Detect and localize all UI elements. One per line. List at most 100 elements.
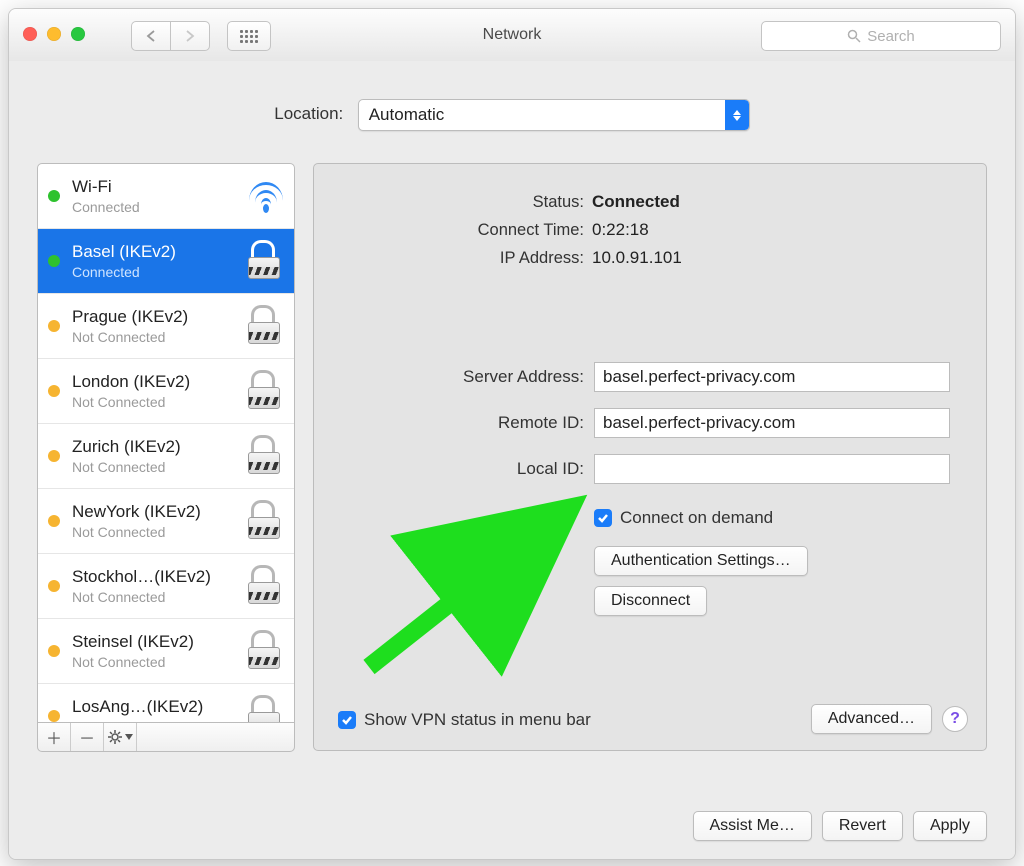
sidebar-item[interactable]: LosAng…(IKEv2)Not Connected xyxy=(38,684,294,723)
remote-id-label: Remote ID: xyxy=(314,413,584,433)
sidebar-item-text: London (IKEv2) Not Connected xyxy=(72,372,248,410)
sidebar-item-subtitle: Not Connected xyxy=(72,459,248,475)
revert-button[interactable]: Revert xyxy=(822,811,903,841)
sidebar-item-text: Steinsel (IKEv2) Not Connected xyxy=(72,632,248,670)
sidebar-item-subtitle: Not Connected xyxy=(72,394,248,410)
bottom-buttons: Assist Me… Revert Apply xyxy=(693,811,988,841)
check-icon xyxy=(597,512,609,524)
lock-icon xyxy=(248,243,284,279)
location-popup[interactable]: Automatic xyxy=(358,99,750,131)
service-detail-panel: Status: Connected Connect Time: 0:22:18 … xyxy=(313,163,987,751)
lock-icon xyxy=(248,633,284,669)
status-value: Connected xyxy=(592,192,680,212)
network-prefpane-window: Network Search Location: Automatic xyxy=(8,8,1016,860)
status-dot xyxy=(48,385,60,397)
sidebar-item-subtitle: Not Connected xyxy=(72,524,248,540)
sidebar-item-subtitle: Not Connected xyxy=(72,654,248,670)
sidebar-item-text: LosAng…(IKEv2)Not Connected xyxy=(72,697,248,723)
server-address-field[interactable] xyxy=(594,362,950,392)
connect-time-label: Connect Time: xyxy=(314,221,584,240)
check-icon xyxy=(341,714,353,726)
status-dot xyxy=(48,645,60,657)
remove-service-button[interactable]: － xyxy=(71,723,104,751)
sidebar-item-subtitle: Not Connected xyxy=(72,589,248,605)
service-actions-button[interactable] xyxy=(104,723,137,751)
location-value: Automatic xyxy=(359,105,725,125)
sidebar-item-title: Zurich (IKEv2) xyxy=(72,437,248,457)
local-id-label: Local ID: xyxy=(314,459,584,479)
connect-on-demand-checkbox[interactable] xyxy=(594,509,612,527)
sidebar-item-title: LosAng…(IKEv2) xyxy=(72,697,248,717)
advanced-button[interactable]: Advanced… xyxy=(811,704,932,734)
status-label: Status: xyxy=(314,193,584,212)
sidebar-item-title: NewYork (IKEv2) xyxy=(72,502,248,522)
auth-settings-button[interactable]: Authentication Settings… xyxy=(594,546,808,576)
status-dot xyxy=(48,190,60,202)
status-dot xyxy=(48,710,60,722)
lock-icon xyxy=(248,568,284,604)
add-service-button[interactable]: ＋ xyxy=(38,723,71,751)
server-address-label: Server Address: xyxy=(314,367,584,387)
ip-address-value: 10.0.91.101 xyxy=(592,248,682,268)
sidebar-item[interactable]: Steinsel (IKEv2) Not Connected xyxy=(38,619,294,684)
location-label: Location: xyxy=(274,104,343,123)
ip-address-label: IP Address: xyxy=(314,249,584,268)
status-dot xyxy=(48,515,60,527)
lock-icon xyxy=(248,308,284,344)
assist-me-button[interactable]: Assist Me… xyxy=(693,811,812,841)
disconnect-button[interactable]: Disconnect xyxy=(594,586,707,616)
status-dot xyxy=(48,580,60,592)
footer-checkbox-row: Show VPN status in menu bar xyxy=(338,710,591,730)
search-placeholder: Search xyxy=(867,28,915,45)
sidebar-item[interactable]: London (IKEv2) Not Connected xyxy=(38,359,294,424)
sidebar-item-text: NewYork (IKEv2) Not Connected xyxy=(72,502,248,540)
vpn-form-block: Server Address: Remote ID: Local ID: xyxy=(314,354,950,616)
sidebar-item[interactable]: Prague (IKEv2) Not Connected xyxy=(38,294,294,359)
sidebar-tools: ＋ － xyxy=(37,723,295,752)
sidebar-item[interactable]: Wi-Fi Connected xyxy=(38,164,294,229)
status-dot xyxy=(48,255,60,267)
show-vpn-status-label: Show VPN status in menu bar xyxy=(364,710,591,730)
chevron-down-icon xyxy=(125,734,133,740)
connect-time-value: 0:22:18 xyxy=(592,220,649,240)
titlebar: Network Search xyxy=(9,9,1015,62)
sidebar-item-text: Zurich (IKEv2) Not Connected xyxy=(72,437,248,475)
lock-icon xyxy=(248,438,284,474)
sidebar-item-title: Steinsel (IKEv2) xyxy=(72,632,248,652)
prefpane-body: Location: Automatic Wi-FiConnectedBasel … xyxy=(9,61,1015,859)
search-input[interactable]: Search xyxy=(761,21,1001,51)
location-row: Location: Automatic xyxy=(9,61,1015,163)
services-sidebar-container: Wi-Fi Connected Basel (IKEv2) Connected Prag… xyxy=(37,163,295,752)
sidebar-item[interactable]: Zurich (IKEv2) Not Connected xyxy=(38,424,294,489)
sidebar-item[interactable]: Basel (IKEv2) Connected xyxy=(38,229,294,294)
gear-icon xyxy=(108,730,122,744)
sidebar-item[interactable]: Stockhol…(IKEv2) Not Connected xyxy=(38,554,294,619)
sidebar-item-subtitle: Connected xyxy=(72,264,248,280)
sidebar-item-subtitle: Not Connected xyxy=(72,329,248,345)
sidebar-item-text: Basel (IKEv2) Connected xyxy=(72,242,248,280)
sidebar-item-title: Basel (IKEv2) xyxy=(72,242,248,262)
sidebar-item-text: Stockhol…(IKEv2) Not Connected xyxy=(72,567,248,605)
show-vpn-status-checkbox[interactable] xyxy=(338,711,356,729)
sidebar-item-title: London (IKEv2) xyxy=(72,372,248,392)
help-button[interactable]: ? xyxy=(942,706,968,732)
sidebar-item[interactable]: NewYork (IKEv2) Not Connected xyxy=(38,489,294,554)
lock-icon xyxy=(248,373,284,409)
sidebar-item-text: Prague (IKEv2) Not Connected xyxy=(72,307,248,345)
apply-button[interactable]: Apply xyxy=(913,811,987,841)
status-dot xyxy=(48,320,60,332)
popup-arrows-icon xyxy=(725,100,749,130)
local-id-field[interactable] xyxy=(594,454,950,484)
lock-icon xyxy=(248,503,284,539)
services-sidebar: Wi-Fi Connected Basel (IKEv2) Connected Prag… xyxy=(37,163,295,723)
sidebar-item-text: Wi-Fi Connected xyxy=(72,177,248,215)
sidebar-item-title: Prague (IKEv2) xyxy=(72,307,248,327)
status-dot xyxy=(48,450,60,462)
sidebar-item-title: Wi-Fi xyxy=(72,177,248,197)
lock-icon xyxy=(248,698,284,723)
sidebar-item-title: Stockhol…(IKEv2) xyxy=(72,567,248,587)
status-block: Status: Connected Connect Time: 0:22:18 … xyxy=(314,188,946,272)
remote-id-field[interactable] xyxy=(594,408,950,438)
sidebar-item-subtitle: Connected xyxy=(72,199,248,215)
wifi-icon xyxy=(248,178,284,214)
